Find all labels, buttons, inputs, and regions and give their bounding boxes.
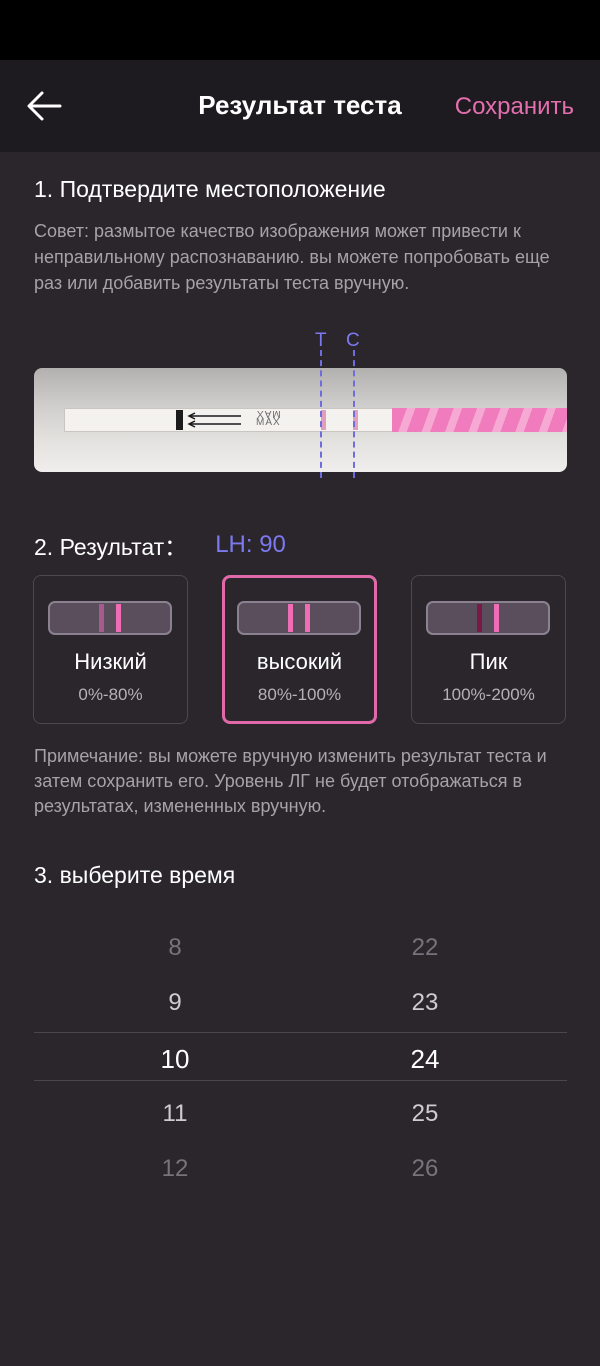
- note-text: Примечание: вы можете вручную изменить р…: [34, 746, 547, 816]
- option-range: 0%-80%: [78, 685, 143, 704]
- section-time-title: 3. выберите время: [34, 862, 236, 888]
- strip-black-mark: [176, 410, 183, 430]
- minute-option[interactable]: 23: [365, 989, 485, 1017]
- tip-text: Совет: размытое качество изображения мож…: [34, 221, 550, 293]
- result-row: 2. Результат： LH: 90: [34, 528, 286, 562]
- strip-brand-text: MAX MAX: [256, 408, 281, 428]
- status-bar: [0, 0, 600, 60]
- minute-option[interactable]: 22: [365, 934, 485, 962]
- option-title: высокий: [256, 649, 343, 674]
- option-title: Пик: [469, 649, 508, 674]
- option-range: 80%-100%: [257, 685, 342, 704]
- picker-divider-bottom: [34, 1080, 567, 1081]
- t-marker-label: T: [315, 330, 327, 351]
- high-strip-icon: [237, 601, 361, 635]
- content: 1. Подтвердите местоположение Совет: раз…: [0, 152, 600, 1366]
- save-button[interactable]: Сохранить: [455, 93, 574, 121]
- section-location-title: 1. Подтвердите местоположение: [34, 176, 386, 202]
- section-result-title: 2. Результат：: [34, 534, 188, 560]
- picker-divider-top: [34, 1032, 567, 1033]
- option-high[interactable]: высокий 80%-100%: [222, 575, 377, 724]
- minute-option[interactable]: 26: [365, 1155, 485, 1183]
- option-low[interactable]: Низкий 0%-80%: [33, 575, 188, 724]
- minute-option[interactable]: 25: [365, 1100, 485, 1128]
- arrow-left-icon: [27, 91, 62, 121]
- back-button[interactable]: [18, 82, 70, 130]
- low-strip-icon: [48, 601, 172, 635]
- hour-option[interactable]: 9: [115, 989, 235, 1017]
- hour-option[interactable]: 12: [115, 1155, 235, 1183]
- hour-option[interactable]: 11: [115, 1100, 235, 1128]
- app-bar: Результат теста Сохранить: [0, 60, 600, 152]
- strip-pink-handle: [392, 408, 567, 432]
- hour-option-selected[interactable]: 10: [115, 1044, 235, 1075]
- option-range: 100%-200%: [442, 685, 535, 704]
- c-marker-label: C: [346, 330, 360, 351]
- strip-arrows-icon: [187, 412, 241, 428]
- lh-value: LH: 90: [215, 531, 286, 558]
- test-strip-photo[interactable]: MAX MAX: [34, 368, 567, 472]
- peak-strip-icon: [426, 601, 550, 635]
- option-peak[interactable]: Пик 100%-200%: [411, 575, 566, 724]
- option-title: Низкий: [74, 649, 147, 674]
- time-picker[interactable]: 8 9 10 11 12 22 23 24 25 26: [0, 924, 600, 1204]
- t-marker-line[interactable]: [320, 350, 322, 478]
- minute-option-selected[interactable]: 24: [365, 1044, 485, 1075]
- hour-option[interactable]: 8: [115, 934, 235, 962]
- c-marker-line[interactable]: [353, 350, 355, 478]
